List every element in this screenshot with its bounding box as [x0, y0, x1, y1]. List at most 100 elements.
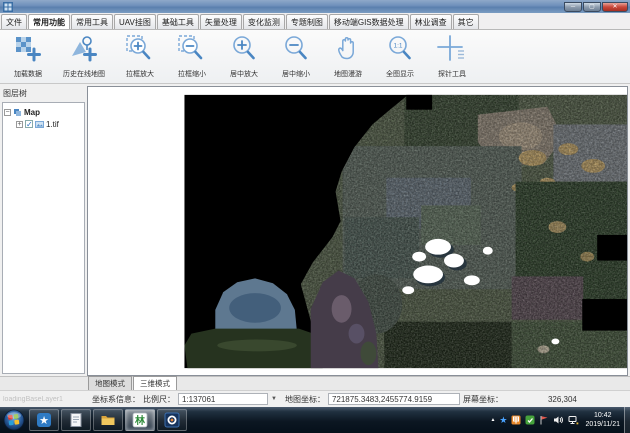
- map-node-icon: [13, 108, 22, 117]
- menu-tab-mobile-gis[interactable]: 移动端GIS数据处理: [329, 14, 409, 29]
- tool-label: 历史在线地图: [63, 69, 105, 79]
- layer-visibility-checkbox[interactable]: ✓: [25, 120, 33, 128]
- tool-label: 居中放大: [230, 69, 258, 79]
- tool-label: 加载数据: [14, 69, 42, 79]
- layer-tree: − Map + ✓ 1.tif: [2, 102, 85, 374]
- taskbar-app-notepad[interactable]: [61, 409, 91, 431]
- tool-label: 全图显示: [386, 69, 414, 79]
- tray-network-icon[interactable]: [568, 415, 579, 425]
- menu-tab-common-tools[interactable]: 常用工具: [71, 14, 113, 29]
- tool-pan[interactable]: 地图漫游: [322, 32, 374, 82]
- menu-tab-forestry-survey[interactable]: 林业调查: [410, 14, 452, 29]
- minimize-icon: ─: [571, 4, 575, 10]
- main-area: 图层树 − Map + ✓ 1.tif: [0, 84, 630, 376]
- load-data-icon: [13, 34, 43, 64]
- menu-tab-other[interactable]: 其它: [453, 14, 479, 29]
- map-coord-label: 地图坐标：: [285, 394, 325, 405]
- tree-node-layer[interactable]: + ✓ 1.tif: [4, 118, 83, 130]
- menu-tab-common-functions[interactable]: 常用功能: [28, 14, 70, 29]
- tree-node-map[interactable]: − Map: [4, 106, 83, 118]
- show-desktop-button[interactable]: [624, 407, 630, 433]
- o-app-icon: [164, 412, 180, 428]
- loading-status-text: loadingBaseLayer1: [0, 396, 92, 403]
- toolbar: 加载数据 历史在线地图 拉框放大: [0, 30, 630, 84]
- system-tray: ▲ ★ 10:42: [490, 407, 630, 433]
- menu-tab-change-monitoring[interactable]: 变化监测: [243, 14, 285, 29]
- tool-probe[interactable]: 探针工具: [426, 32, 478, 82]
- coord-system-label: 坐标系信息：: [92, 394, 140, 405]
- box-zoom-in-icon: [125, 34, 155, 64]
- tray-speaker-icon[interactable]: [553, 415, 564, 425]
- tray-input-method-icon[interactable]: [511, 415, 521, 425]
- tab-map-mode[interactable]: 地图模式: [88, 376, 132, 390]
- tool-label: 地图漫游: [334, 69, 362, 79]
- statusbar: loadingBaseLayer1 坐标系信息： 比例尺： 1:137061 ▼…: [0, 390, 630, 407]
- star-app-icon: ★: [36, 412, 52, 428]
- minimize-button[interactable]: ─: [564, 2, 582, 12]
- tool-full-extent[interactable]: 1:1 全图显示: [374, 32, 426, 82]
- collapse-expander-icon[interactable]: −: [4, 109, 11, 116]
- raster-layer-icon: [35, 120, 44, 129]
- maximize-button[interactable]: ▢: [583, 2, 601, 12]
- probe-tool-icon: [437, 34, 467, 64]
- taskbar-app-lin[interactable]: 林: [125, 409, 155, 431]
- tool-load-data[interactable]: 加载数据: [2, 32, 54, 82]
- full-extent-icon: 1:1: [385, 34, 415, 64]
- tool-box-zoom-in[interactable]: 拉框放大: [114, 32, 166, 82]
- tray-green-icon[interactable]: [525, 415, 535, 425]
- box-zoom-out-icon: [177, 34, 207, 64]
- tool-box-zoom-out[interactable]: 拉框缩小: [166, 32, 218, 82]
- notepad-app-icon: [68, 412, 84, 428]
- tray-flag-icon[interactable]: [539, 415, 549, 425]
- maximize-icon: ▢: [589, 4, 595, 10]
- lin-app-icon: 林: [132, 412, 148, 428]
- svg-text:★: ★: [39, 414, 49, 427]
- tree-node-label: Map: [24, 108, 40, 117]
- history-online-map-icon: [69, 34, 99, 64]
- tool-label: 居中缩小: [282, 69, 310, 79]
- windows-start-button[interactable]: [3, 409, 25, 431]
- pan-hand-icon: [333, 34, 363, 64]
- taskbar-app-explorer[interactable]: [93, 409, 123, 431]
- tray-expander-icon[interactable]: ▲: [490, 417, 495, 423]
- tree-node-label: 1.tif: [46, 120, 59, 129]
- lin-glyph: 林: [135, 414, 146, 427]
- center-zoom-in-icon: [229, 34, 259, 64]
- map-viewport[interactable]: [87, 86, 628, 376]
- taskbar-clock[interactable]: 10:42 2019/11/21: [585, 411, 620, 430]
- map-canvas[interactable]: [88, 87, 627, 375]
- tray-star-icon[interactable]: ★: [499, 415, 507, 426]
- close-button[interactable]: ✕: [602, 2, 628, 12]
- scale-value-combobox[interactable]: 1:137061: [178, 393, 268, 405]
- tool-center-zoom-out[interactable]: 居中缩小: [270, 32, 322, 82]
- tool-center-zoom-in[interactable]: 居中放大: [218, 32, 270, 82]
- folder-icon: [100, 412, 116, 428]
- expand-expander-icon[interactable]: +: [16, 121, 23, 128]
- menu-tab-vector-processing[interactable]: 矢量处理: [200, 14, 242, 29]
- clock-date: 2019/11/21: [585, 420, 620, 429]
- taskbar-app-o[interactable]: [157, 409, 187, 431]
- app-icon: [3, 2, 13, 12]
- scale-dropdown-icon[interactable]: ▼: [271, 396, 277, 402]
- tool-label: 探针工具: [438, 69, 466, 79]
- taskbar: ★ 林: [0, 407, 630, 433]
- svg-text:1:1: 1:1: [393, 43, 402, 50]
- layer-panel: 图层树 − Map + ✓ 1.tif: [0, 84, 86, 376]
- screen-coord-label: 屏幕坐标：: [463, 394, 503, 405]
- tool-label: 拉框放大: [126, 69, 154, 79]
- taskbar-app-star[interactable]: ★: [29, 409, 59, 431]
- app-window: ─ ▢ ✕ 文件 常用功能 常用工具 UAV挂图 基础工具 矢量处理 变化监测 …: [0, 0, 630, 433]
- view-mode-tabs: 地图模式 三维模式: [0, 376, 630, 390]
- tool-history-online-map[interactable]: 历史在线地图: [54, 32, 114, 82]
- layer-panel-title: 图层树: [2, 86, 85, 102]
- screen-coord-value: 326,304: [548, 395, 577, 404]
- scale-label: 比例尺：: [143, 394, 175, 405]
- menu-tab-uav-map[interactable]: UAV挂图: [114, 14, 156, 29]
- menu-tab-file[interactable]: 文件: [1, 14, 27, 29]
- tab-3d-mode[interactable]: 三维模式: [133, 376, 177, 390]
- titlebar: ─ ▢ ✕: [0, 0, 630, 13]
- menu-tab-basic-tools[interactable]: 基础工具: [157, 14, 199, 29]
- menu-tab-thematic-mapping[interactable]: 专题制图: [286, 14, 328, 29]
- center-zoom-out-icon: [281, 34, 311, 64]
- map-coord-value: 721875.3483,2455774.9159: [328, 393, 460, 405]
